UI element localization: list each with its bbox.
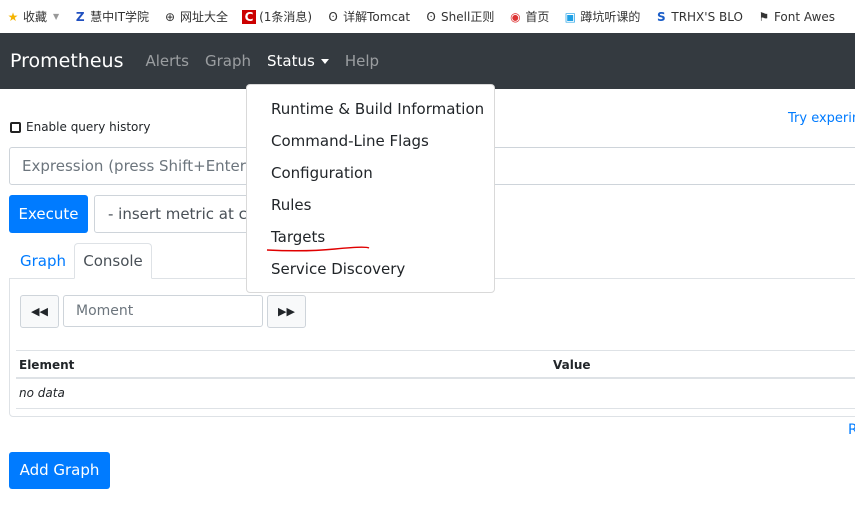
time-forward-button[interactable]: ▶▶: [267, 295, 306, 328]
menu-item-service-discovery[interactable]: Service Discovery: [247, 253, 494, 285]
brand[interactable]: Prometheus: [10, 50, 123, 72]
menu-item-configuration[interactable]: Configuration: [247, 157, 494, 189]
nav-alerts[interactable]: Alerts: [145, 52, 189, 70]
bookmark[interactable]: ▣ 蹲坑听课的: [563, 8, 641, 25]
bookmark[interactable]: C (1条消息): [242, 8, 312, 25]
menu-item-runtime[interactable]: Runtime & Build Information: [247, 93, 494, 125]
column-element: Element: [19, 358, 75, 372]
logo-icon: Z: [75, 9, 85, 24]
bookmark-icon: ʘ: [426, 9, 436, 24]
menu-item-rules[interactable]: Rules: [247, 189, 494, 221]
nav-status[interactable]: Status: [267, 52, 329, 70]
bookmark[interactable]: ʘ Shell正则: [424, 8, 494, 25]
red-underline-annotation: [266, 246, 370, 252]
moment-input[interactable]: Moment: [63, 295, 263, 327]
no-data-text: no data: [19, 386, 65, 400]
bookmark[interactable]: Z 慧中IT学院: [73, 8, 149, 25]
home-icon: ◉: [510, 9, 521, 24]
s-logo-icon: S: [657, 9, 666, 24]
time-back-button[interactable]: ◀◀: [20, 295, 59, 328]
star-icon: ★: [7, 9, 19, 24]
flag-icon: ⚑: [758, 9, 770, 24]
caret-down-icon: [320, 59, 329, 64]
nav-graph[interactable]: Graph: [205, 52, 251, 70]
query-history-checkbox[interactable]: Enable query history: [10, 120, 150, 134]
navbar: Prometheus Alerts Graph Status Help: [0, 33, 855, 89]
menu-item-flags[interactable]: Command-Line Flags: [247, 125, 494, 157]
bookmark[interactable]: S TRHX'S BLO: [654, 10, 743, 24]
tab-graph[interactable]: Graph: [20, 252, 66, 270]
bookmark[interactable]: ʘ 详解Tomcat: [326, 8, 410, 25]
status-dropdown-menu: Runtime & Build Information Command-Line…: [246, 84, 495, 293]
bookmarks-bar: ★ 收藏 ▼ Z 慧中IT学院 ⊕ 网址大全 C (1条消息) ʘ 详解Tomcat ʘ Sh…: [0, 0, 855, 33]
divider: [16, 408, 855, 409]
add-graph-button[interactable]: Add Graph: [9, 452, 110, 489]
checkbox[interactable]: [10, 121, 21, 133]
bilibili-icon: ▣: [564, 9, 577, 24]
bookmark[interactable]: ⚑ Font Awes: [757, 9, 836, 24]
globe-icon: ⊕: [165, 9, 176, 24]
csdn-icon: C: [242, 9, 257, 24]
menu-item-targets[interactable]: Targets: [247, 221, 494, 253]
forward-icon: ▶▶: [278, 305, 295, 318]
bookmark[interactable]: ⊕ 网址大全: [163, 8, 228, 25]
table-header: Element Value: [16, 350, 855, 379]
nav-help[interactable]: Help: [345, 52, 379, 70]
column-value: Value: [553, 358, 591, 372]
bookmark-icon: ʘ: [328, 9, 338, 24]
try-experimental-link[interactable]: Try experim: [788, 111, 855, 126]
bookmark-favorites[interactable]: ★ 收藏 ▼: [6, 8, 60, 25]
execute-button[interactable]: Execute: [9, 195, 88, 233]
backward-icon: ◀◀: [31, 305, 48, 318]
tab-console[interactable]: Console: [74, 243, 152, 279]
remove-graph-link[interactable]: R: [848, 422, 855, 438]
chevron-down-icon: ▼: [53, 12, 60, 21]
bookmark[interactable]: ◉ 首页: [508, 8, 549, 25]
